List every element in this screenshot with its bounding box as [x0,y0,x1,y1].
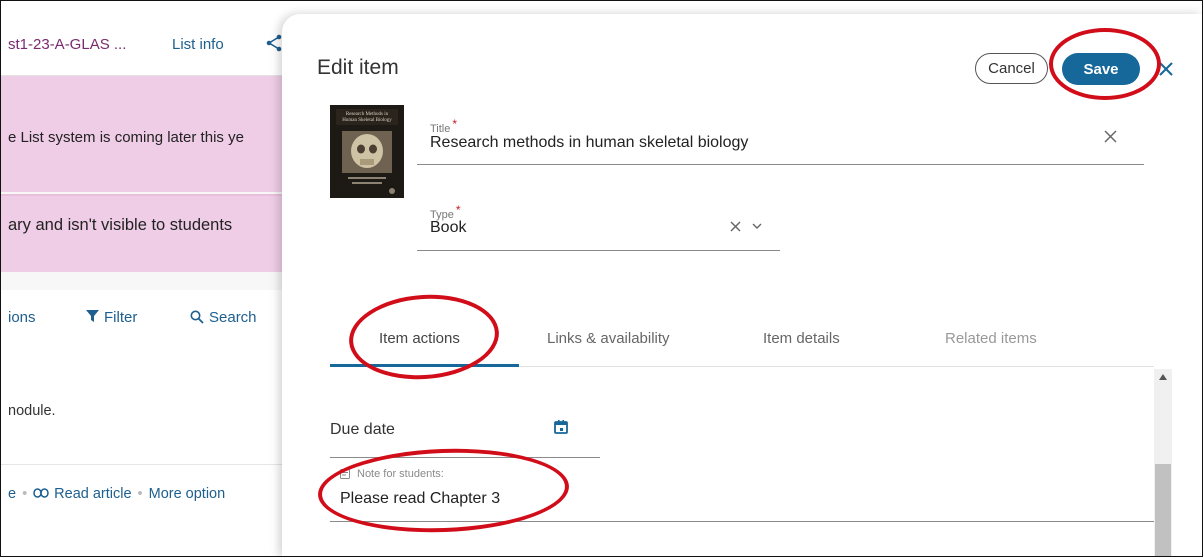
screenshot-frame [0,0,1203,557]
